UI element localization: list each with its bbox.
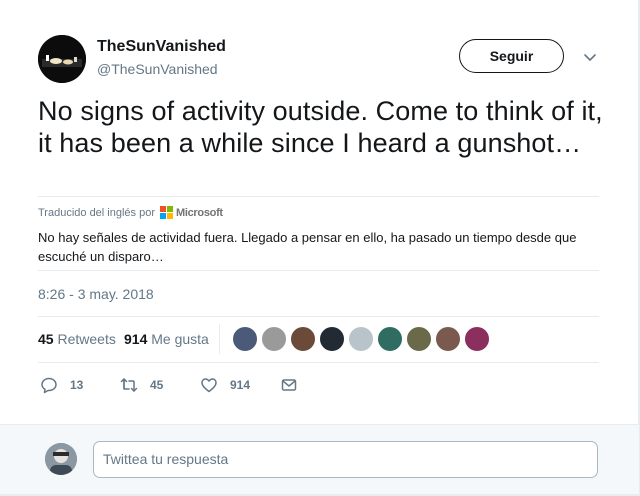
liker-avatar[interactable] — [406, 326, 432, 352]
translated-text: No hay señales de actividad fuera. Llega… — [38, 230, 577, 264]
retweet-button[interactable]: 45 — [120, 372, 163, 398]
liker-avatar[interactable] — [435, 326, 461, 352]
reply-input[interactable]: Twittea tu respuesta — [93, 441, 598, 478]
translation-attribution: Traducido del inglés por Microsoft — [38, 206, 223, 219]
retweets-label: Retweets — [57, 331, 116, 347]
microsoft-label: Microsoft — [176, 206, 223, 219]
microsoft-logo[interactable]: Microsoft — [160, 206, 223, 219]
likes-label: Me gusta — [151, 331, 209, 347]
user-handle[interactable]: @TheSunVanished — [97, 61, 218, 77]
likes-stat[interactable]: 914 Me gusta — [124, 331, 209, 347]
translation-box: Traducido del inglés por Microsoft No ha… — [38, 196, 599, 271]
reply-button[interactable]: 13 — [40, 372, 83, 398]
liker-avatar[interactable] — [290, 326, 316, 352]
like-button[interactable]: 914 — [200, 372, 250, 398]
liker-avatar[interactable] — [319, 326, 345, 352]
translated-by-label: Traducido del inglés por — [38, 206, 155, 219]
retweets-count: 45 — [38, 331, 54, 347]
user-avatar[interactable] — [38, 35, 86, 83]
liker-avatar[interactable] — [232, 326, 258, 352]
retweet-icon — [120, 378, 138, 392]
stats-divider — [219, 324, 220, 354]
user-display-name[interactable]: TheSunVanished — [97, 38, 226, 56]
liker-avatar[interactable] — [348, 326, 374, 352]
microsoft-logo-icon — [160, 206, 173, 219]
retweet-count: 45 — [150, 378, 164, 392]
tweet-text: No signs of activity outside. Come to th… — [38, 96, 603, 158]
like-count: 914 — [230, 378, 251, 392]
follow-button[interactable]: Seguir — [459, 39, 564, 73]
current-user-avatar[interactable] — [45, 443, 77, 475]
reply-count: 13 — [70, 378, 84, 392]
liker-avatar[interactable] — [377, 326, 403, 352]
tweet-card: TheSunVanished @TheSunVanished Seguir No… — [0, 0, 639, 494]
reply-composer: Twittea tu respuesta — [0, 424, 639, 494]
tweet-timestamp[interactable]: 8:26 - 3 may. 2018 — [38, 286, 154, 302]
tweet-stats: 45 Retweets 914 Me gusta — [38, 316, 599, 363]
message-icon — [281, 379, 297, 391]
direct-message-button[interactable] — [280, 372, 298, 398]
likes-count: 914 — [124, 331, 148, 347]
heart-icon — [201, 378, 217, 393]
liker-avatar[interactable] — [261, 326, 287, 352]
reply-icon — [41, 377, 57, 394]
chevron-down-icon[interactable] — [580, 47, 600, 67]
tweet-actions: 13 45 914 — [38, 372, 338, 398]
retweets-stat[interactable]: 45 Retweets — [38, 331, 116, 347]
liker-avatar[interactable] — [464, 326, 490, 352]
